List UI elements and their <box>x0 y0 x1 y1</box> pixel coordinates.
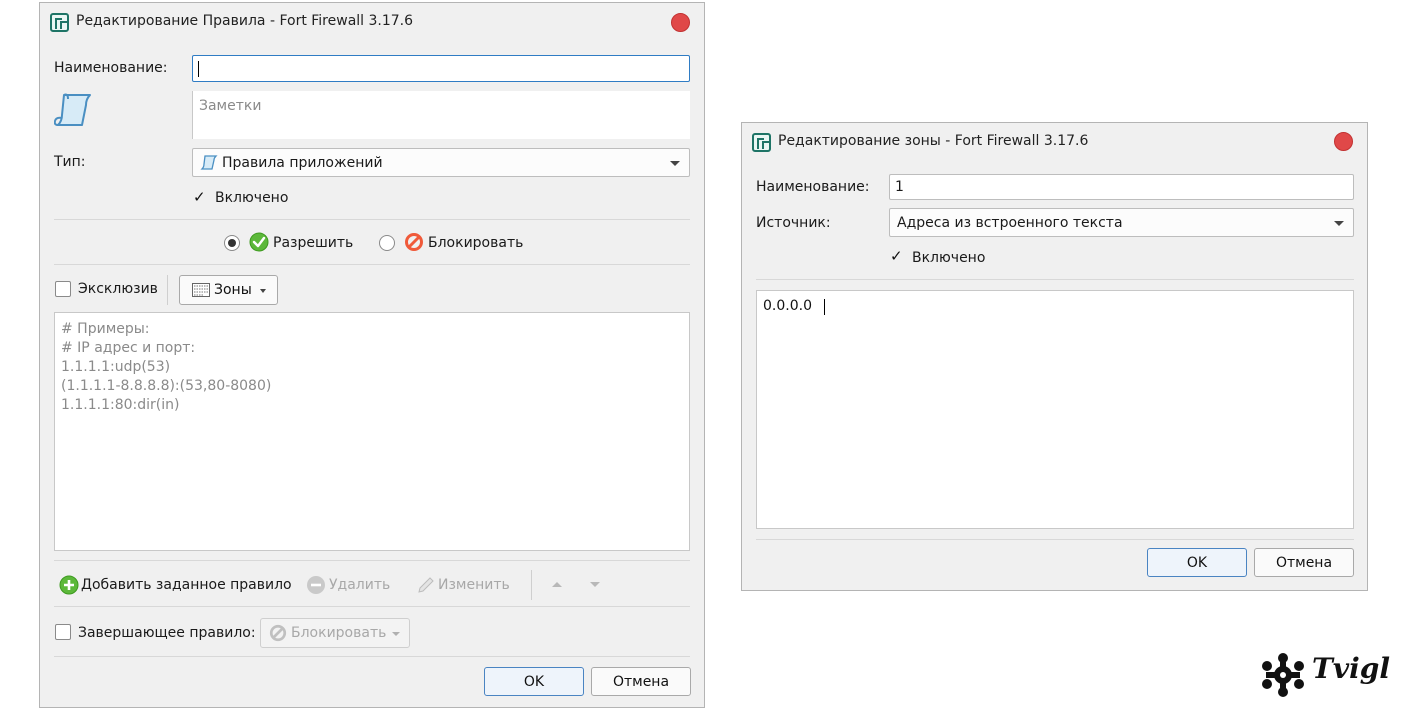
final-rule-label: Завершающее правило: <box>78 625 256 641</box>
cancel-button[interactable]: Отмена <box>591 667 691 696</box>
zone-enabled-label: Включено <box>912 250 986 266</box>
rule-dialog-titlebar: Редактирование Правила - Fort Firewall 3… <box>40 3 704 41</box>
type-value: Правила приложений <box>222 154 383 171</box>
allow-label: Разрешить <box>273 235 354 251</box>
zone-text-value: 0.0.0.0 <box>763 298 812 314</box>
text-caret <box>824 299 825 315</box>
zone-dialog: Редактирование зоны - Fort Firewall 3.17… <box>741 122 1368 591</box>
enabled-label: Включено <box>215 190 289 206</box>
check-circle-icon <box>249 232 269 252</box>
tvigl-logo-icon <box>1262 653 1304 697</box>
exclusive-checkbox[interactable] <box>55 281 71 297</box>
zone-name-value: 1 <box>895 179 904 195</box>
divider <box>54 656 690 657</box>
rule-text-line: 1.1.1.1:udp(53) <box>61 359 171 375</box>
fort-firewall-app-icon <box>50 13 69 32</box>
block-icon <box>405 233 423 251</box>
close-button[interactable] <box>1334 132 1353 151</box>
scroll-icon <box>200 155 218 170</box>
chevron-down-icon <box>670 160 680 166</box>
chevron-down-icon <box>392 632 400 636</box>
rule-text-line: # IP адрес и порт: <box>61 340 196 356</box>
type-select[interactable]: Правила приложений <box>192 148 690 177</box>
block-radio[interactable] <box>379 235 395 251</box>
zone-ok-button[interactable]: OK <box>1147 548 1247 577</box>
divider <box>167 275 168 305</box>
add-rule-button[interactable]: Добавить заданное правило <box>81 577 292 593</box>
divider <box>756 539 1354 540</box>
zone-dialog-titlebar: Редактирование зоны - Fort Firewall 3.17… <box>742 123 1367 161</box>
zones-label: Зоны <box>214 282 252 298</box>
fort-firewall-app-icon <box>752 133 771 152</box>
source-label: Источник: <box>756 215 831 231</box>
final-rule-checkbox[interactable] <box>55 624 71 640</box>
close-button[interactable] <box>671 13 690 32</box>
exclusive-label: Эксклюзив <box>78 281 158 297</box>
divider <box>54 264 690 265</box>
block-icon <box>269 624 287 642</box>
divider <box>531 570 532 600</box>
rule-text-line: 1.1.1.1:80:dir(in) <box>61 397 180 413</box>
chevron-down-icon <box>1334 220 1344 226</box>
rule-text-editor[interactable]: # Примеры: # IP адрес и порт: 1.1.1.1:ud… <box>54 312 690 551</box>
zone-cancel-button[interactable]: Отмена <box>1254 548 1354 577</box>
add-icon <box>59 575 79 595</box>
pencil-icon <box>418 577 434 593</box>
divider <box>756 279 1354 280</box>
zone-name-label: Наименование: <box>756 179 870 195</box>
move-down-icon[interactable] <box>590 582 600 587</box>
rule-text-line: # Примеры: <box>61 321 150 337</box>
block-label: Блокировать <box>428 235 524 251</box>
source-value: Адреса из встроенного текста <box>897 214 1123 231</box>
zone-enabled-checkbox[interactable] <box>889 247 905 266</box>
tvigl-logo-text: Tvigl <box>1312 652 1390 685</box>
chevron-down-icon <box>260 289 266 293</box>
rule-dialog-title: Редактирование Правила - Fort Firewall 3… <box>76 13 414 29</box>
zone-name-input[interactable]: 1 <box>889 174 1354 200</box>
name-label: Наименование: <box>54 60 168 76</box>
type-label: Тип: <box>54 154 86 170</box>
divider <box>54 219 690 220</box>
allow-radio[interactable] <box>224 235 240 251</box>
ok-button[interactable]: OK <box>484 667 584 696</box>
enabled-checkbox[interactable] <box>192 188 208 207</box>
rule-dialog: Редактирование Правила - Fort Firewall 3… <box>39 2 705 708</box>
rule-name-input[interactable] <box>192 55 690 82</box>
zone-text-editor[interactable]: 0.0.0.0 <box>756 290 1354 529</box>
remove-icon <box>307 576 325 594</box>
edit-button[interactable]: Изменить <box>438 577 510 593</box>
delete-button[interactable]: Удалить <box>329 577 390 593</box>
zones-icon <box>192 283 210 297</box>
final-rule-value: Блокировать <box>291 625 387 641</box>
notes-placeholder: Заметки <box>199 98 262 114</box>
notes-textarea[interactable]: Заметки <box>192 91 690 139</box>
divider <box>54 606 690 607</box>
final-rule-select[interactable]: Блокировать <box>260 618 410 648</box>
move-up-icon[interactable] <box>552 582 562 587</box>
zones-button[interactable]: Зоны <box>179 275 278 305</box>
divider <box>54 560 690 561</box>
rule-text-line: (1.1.1.1-8.8.8.8):(53,80-8080) <box>61 378 272 394</box>
zone-dialog-title: Редактирование зоны - Fort Firewall 3.17… <box>778 133 1089 149</box>
scroll-icon <box>54 93 91 126</box>
source-select[interactable]: Адреса из встроенного текста <box>889 208 1354 237</box>
text-caret <box>198 60 199 77</box>
